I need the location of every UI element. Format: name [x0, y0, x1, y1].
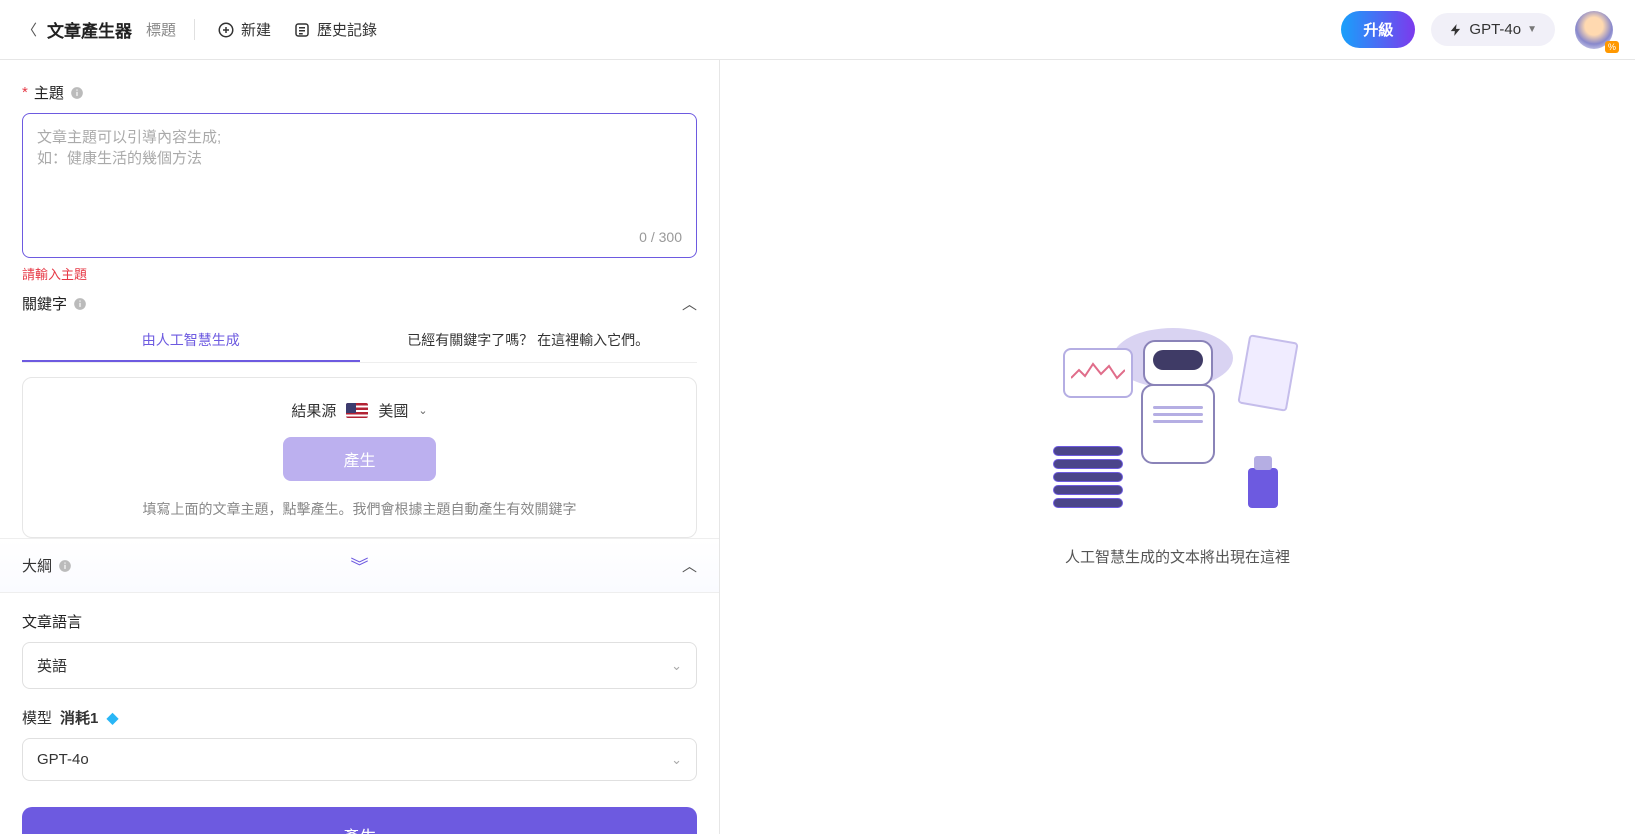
generate-keywords-button[interactable]: 產生 — [283, 437, 435, 481]
keywords-label: 關鍵字 — [22, 293, 67, 314]
topic-error: 請輸入主題 — [22, 264, 697, 283]
model-consume: 消耗1 — [60, 707, 98, 728]
keyword-tabs: 由人工智慧生成 已經有關鍵字了嗎？ 在這裡輸入它們。 — [22, 320, 697, 363]
language-value: 英語 — [37, 655, 67, 676]
chevron-down-icon: ▼ — [1527, 24, 1537, 35]
model-label: 模型 — [22, 707, 52, 728]
info-icon[interactable] — [58, 559, 72, 573]
model-pill-label: GPT-4o — [1469, 21, 1521, 38]
history-icon — [293, 21, 311, 39]
language-label: 文章語言 — [22, 611, 697, 632]
info-icon[interactable] — [73, 297, 87, 311]
robot-illustration — [1053, 328, 1303, 518]
us-flag-icon — [346, 403, 368, 418]
history-button[interactable]: 歷史記錄 — [293, 19, 377, 40]
bolt-icon — [1449, 23, 1463, 37]
avatar[interactable]: % — [1575, 11, 1613, 49]
upgrade-button[interactable]: 升級 — [1341, 11, 1415, 48]
topic-input-box: 0 / 300 — [22, 113, 697, 258]
result-source-row[interactable]: 結果源 美國 ⌄ — [43, 400, 676, 421]
language-select[interactable]: 英語 ⌄ — [22, 642, 697, 689]
model-select[interactable]: GPT-4o ⌄ — [22, 738, 697, 781]
char-counter: 0 / 300 — [37, 229, 682, 245]
new-button[interactable]: 新建 — [217, 19, 271, 40]
generate-article-button[interactable]: 產生 — [22, 807, 697, 834]
keyword-hint: 填寫上面的文章主題，點擊產生。我們會根據主題自動產生有效關鍵字 — [43, 499, 676, 519]
collapse-keywords-icon[interactable]: ︿ — [682, 293, 697, 314]
new-button-label: 新建 — [241, 19, 271, 40]
main: * 主題 0 / 300 請輸入主題 關鍵字 ︿ 由人工智慧生成 已經有關鍵字了… — [0, 60, 1635, 834]
tab-ai-generate[interactable]: 由人工智慧生成 — [22, 320, 360, 362]
info-icon[interactable] — [70, 86, 84, 100]
outline-section: 大綱 ︾ ︿ — [0, 538, 719, 592]
empty-state-text: 人工智慧生成的文本將出現在這裡 — [1065, 546, 1290, 567]
tab-manual-input[interactable]: 已經有關鍵字了嗎？ 在這裡輸入它們。 — [360, 320, 698, 362]
chevron-down-icon: ⌄ — [418, 404, 427, 417]
collapse-outline-icon[interactable]: ︿ — [682, 555, 697, 576]
chevron-down-icon: ⌄ — [671, 752, 682, 768]
outline-label: 大綱 — [22, 555, 52, 576]
header: 〈 文章產生器 標題 新建 歷史記錄 升級 GPT-4o ▼ % — [0, 0, 1635, 60]
double-chevron-down-icon[interactable]: ︾ — [351, 553, 369, 579]
bottom-form: 文章語言 英語 ⌄ 模型 消耗1 ◆ GPT-4o ⌄ 產生 — [0, 592, 719, 834]
diamond-icon: ◆ — [106, 708, 118, 728]
page-title: 文章產生器 — [47, 17, 132, 42]
history-button-label: 歷史記錄 — [317, 19, 377, 40]
chevron-down-icon: ⌄ — [671, 658, 682, 674]
avatar-badge: % — [1605, 41, 1619, 53]
source-label: 結果源 — [291, 400, 336, 421]
model-selector-pill[interactable]: GPT-4o ▼ — [1431, 13, 1555, 46]
page-subtitle: 標題 — [146, 19, 195, 40]
topic-label: 主題 — [34, 82, 64, 103]
plus-circle-icon — [217, 21, 235, 39]
required-asterisk: * — [22, 84, 28, 101]
model-value: GPT-4o — [37, 751, 89, 768]
model-label-row: 模型 消耗1 ◆ — [22, 707, 697, 728]
back-chevron-icon[interactable]: 〈 — [22, 19, 37, 40]
keywords-section-head: 關鍵字 ︿ — [22, 293, 697, 314]
source-value: 美國 — [378, 400, 408, 421]
topic-label-row: * 主題 — [22, 82, 697, 103]
right-panel: 人工智慧生成的文本將出現在這裡 — [720, 60, 1635, 834]
left-panel: * 主題 0 / 300 請輸入主題 關鍵字 ︿ 由人工智慧生成 已經有關鍵字了… — [0, 60, 720, 834]
keyword-card: 結果源 美國 ⌄ 產生 填寫上面的文章主題，點擊產生。我們會根據主題自動產生有效… — [22, 377, 697, 538]
topic-textarea[interactable] — [37, 126, 682, 216]
